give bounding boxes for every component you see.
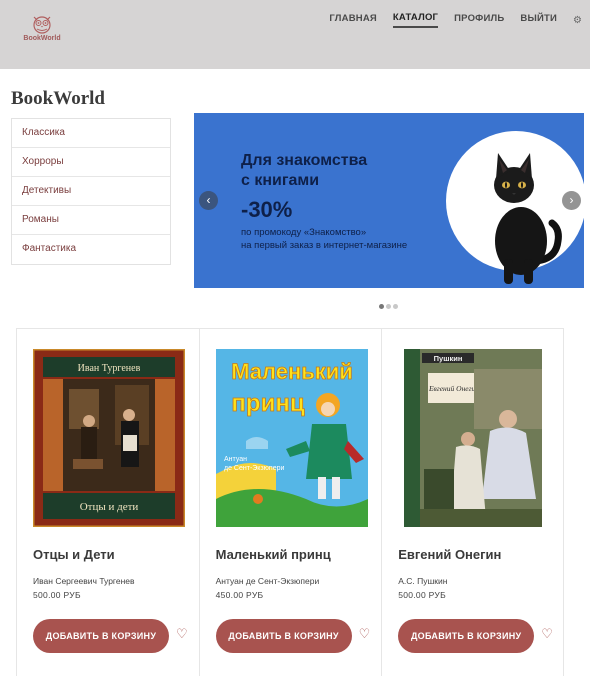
product-price: 500.00 РУБ [398,590,447,600]
owl-logo-icon [33,16,51,34]
book-cover-image[interactable]: Маленький принц Антуан де Сент-Экзюпери [215,349,368,527]
heart-icon[interactable]: ♡ [359,627,371,641]
gear-icon[interactable]: ⚙ [573,15,582,26]
product-card: Пушкин Евгений Онегин Евгений Онегин А.С… [381,329,564,676]
product-price: 450.00 РУБ [215,590,264,600]
cover-author-line1: Антуан [224,456,247,463]
add-to-cart-button[interactable]: ДОБАВИТЬ В КОРЗИНУ [215,619,352,653]
cover-author: Иван Тургенев [78,363,141,374]
product-card: Иван Тургенев Отцы и дети Отцы и Дети Ив… [16,329,199,676]
chevron-right-icon[interactable]: › [562,191,581,210]
product-card: Маленький принц Антуан де Сент-Экзюпери … [198,329,382,676]
nav-logout[interactable]: ВЫЙТИ [520,13,557,27]
book-cover-image[interactable]: Пушкин Евгений Онегин [404,349,543,527]
product-grid: Иван Тургенев Отцы и дети Отцы и Дети Ив… [16,328,564,676]
carousel-dot-1[interactable] [379,304,384,309]
carousel-dot-2[interactable] [386,304,391,309]
product-price: 500.00 РУБ [33,590,81,600]
nav-home[interactable]: ГЛАВНАЯ [329,13,377,27]
banner-discount: -30% [241,197,293,222]
nav-catalog[interactable]: КАТАЛОГ [392,12,439,28]
cover-title-line2: принц [231,390,304,417]
banner-heading: Для знакомства с книгами [241,151,367,191]
cover-title: Отцы и дети [80,501,139,513]
promo-banner[interactable]: Для знакомства с книгами -30% по промоко… [194,113,584,288]
sidebar-item-detectives[interactable]: Детективы [12,177,170,206]
heart-icon[interactable]: ♡ [176,627,188,641]
carousel-dots [379,304,400,309]
sidebar-item-classics[interactable]: Классика [12,119,170,148]
banner-subtext: по промокоду «Знакомство» на первый зака… [241,226,407,252]
product-author: Иван Сергеевич Тургенев [33,576,135,586]
main-nav: ГЛАВНАЯ КАТАЛОГ ПРОФИЛЬ ВЫЙТИ ⚙ [313,12,582,28]
add-to-cart-button[interactable]: ДОБАВИТЬ В КОРЗИНУ [33,619,169,653]
carousel-dot-3[interactable] [393,304,398,309]
category-sidebar: Классика Хорроры Детективы Романы Фантас… [11,118,171,265]
logo-text: BookWorld [23,35,61,42]
heart-icon[interactable]: ♡ [541,627,553,641]
banner-heading-line2: с книгами [241,172,320,189]
product-title[interactable]: Отцы и Дети [33,547,115,562]
product-title[interactable]: Евгений Онегин [398,547,501,562]
sidebar-item-novels[interactable]: Романы [12,206,170,235]
add-to-cart-button[interactable]: ДОБАВИТЬ В КОРЗИНУ [398,619,535,653]
sidebar-item-horror[interactable]: Хорроры [12,148,170,177]
cover-title: Евгений Онегин [428,384,479,393]
product-author: Антуан де Сент-Экзюпери [215,576,320,586]
brand-title: BookWorld [11,88,105,109]
top-header: BookWorld ГЛАВНАЯ КАТАЛОГ ПРОФИЛЬ ВЫЙТИ … [0,0,590,69]
cover-author: Пушкин [434,354,463,363]
black-cat-image [494,153,562,284]
nav-profile[interactable]: ПРОФИЛЬ [454,13,504,27]
chevron-left-icon[interactable]: ‹ [199,191,218,210]
banner-heading-line1: Для знакомства [241,152,368,169]
cover-author-line2: де Сент-Экзюпери [224,465,284,472]
sidebar-item-fantasy[interactable]: Фантастика [12,235,170,264]
logo[interactable]: BookWorld [22,14,62,42]
product-title[interactable]: Маленький принц [216,547,331,562]
cover-title-line1: Маленький [231,359,353,384]
product-author: А.С. Пушкин [398,576,448,586]
banner-sub-line1: по промокоду «Знакомство» [241,227,367,238]
book-cover-image[interactable]: Иван Тургенев Отцы и дети [33,349,185,527]
banner-sub-line2: на первый заказ в интернет-магазине [241,240,408,251]
